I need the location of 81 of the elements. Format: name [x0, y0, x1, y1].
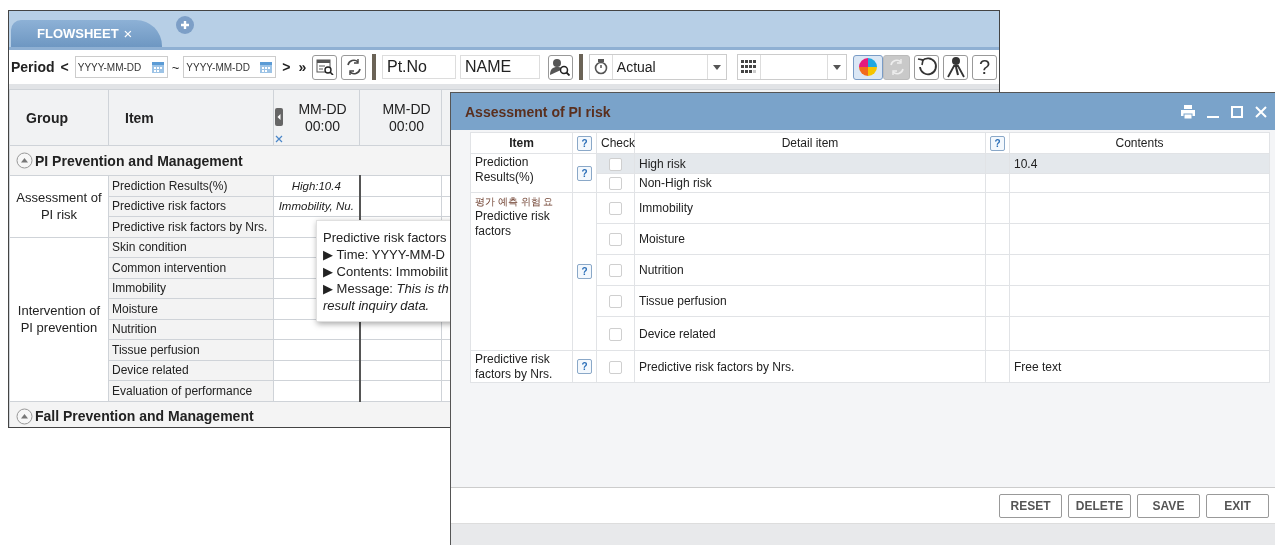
person-button[interactable]	[943, 54, 969, 80]
dot-grid-icon	[740, 60, 757, 74]
group-label: Assessment of PI risk	[16, 190, 102, 223]
checkbox[interactable]	[609, 264, 622, 278]
add-tab-icon[interactable]	[176, 16, 195, 34]
color-wheel-icon	[857, 57, 878, 77]
column-header: Group	[9, 89, 109, 146]
maximize-icon[interactable]	[1231, 105, 1243, 118]
help-button[interactable]: ?	[972, 54, 997, 80]
checkbox[interactable]	[609, 327, 622, 341]
checkbox[interactable]	[609, 202, 622, 216]
tooltip-line: ▶ Message: This is th	[323, 280, 450, 297]
table-cell: High:10.4	[273, 175, 360, 196]
stopwatch-icon	[593, 58, 608, 76]
previous-button[interactable]: <	[58, 59, 71, 75]
collapse-icon[interactable]	[16, 152, 33, 169]
name-field[interactable]: NAME	[460, 55, 540, 79]
table-cell: Free text	[1009, 350, 1270, 383]
column-header: Item	[509, 136, 534, 150]
table-cell: Nutrition	[634, 254, 986, 286]
collapse-handle-icon[interactable]	[275, 108, 283, 126]
row-label: Predictive risk factors	[475, 209, 550, 238]
checkbox[interactable]	[609, 233, 622, 247]
column-header: Check	[601, 136, 635, 150]
help-icon[interactable]: ?	[577, 135, 592, 151]
help-icon[interactable]: ?	[990, 135, 1005, 151]
collapse-icon[interactable]	[16, 407, 33, 425]
tooltip-line: ▶ Contents: Immobilit	[323, 263, 449, 280]
checkbox[interactable]	[609, 157, 622, 171]
checkbox[interactable]	[609, 177, 622, 191]
table-cell: Immobility, Nu.	[273, 196, 360, 217]
table-cell: Device related	[634, 316, 986, 351]
range-separator: ~	[171, 59, 180, 75]
next-button[interactable]: >	[280, 59, 293, 75]
tooltip-title: Predictive risk factors	[323, 229, 448, 246]
table-cell: Non-High risk	[634, 173, 986, 193]
grid-select[interactable]	[736, 54, 847, 80]
column-header: MM-DD 00:00	[381, 100, 432, 135]
help-icon[interactable]: ?	[577, 165, 592, 181]
tooltip-line: result inquiry data.	[323, 297, 431, 314]
print-icon[interactable]	[1181, 104, 1195, 119]
checkbox[interactable]	[609, 295, 622, 309]
person-icon	[945, 56, 966, 78]
patient-number-field[interactable]: Pt.No	[382, 55, 456, 79]
period-label: Period	[11, 59, 55, 75]
dialog-button[interactable]: RESET	[999, 493, 1062, 518]
table-cell: Moisture	[634, 223, 986, 255]
mode-select[interactable]: Actual	[588, 54, 727, 80]
column-header: MM-DD 00:00	[297, 100, 348, 135]
group-label: Intervention of PI prevention	[17, 303, 101, 335]
last-button[interactable]: »	[296, 59, 309, 75]
person-search-icon	[550, 58, 571, 76]
reset-icon	[915, 56, 938, 78]
dialog-button[interactable]: EXIT	[1206, 493, 1269, 518]
dropdown-icon	[712, 64, 721, 70]
dialog-button[interactable]: DELETE	[1068, 493, 1131, 518]
column-header: Item	[108, 89, 274, 146]
column-header: Contents	[1115, 136, 1164, 150]
patient-search-button[interactable]	[548, 54, 573, 80]
dropdown-icon	[832, 64, 841, 70]
reset-button[interactable]	[914, 54, 940, 80]
row-label: Prediction Results(%)	[475, 155, 534, 184]
tooltip-line: ▶ Time: YYYY-MM-D	[323, 246, 446, 263]
row-label: Predictive risk factors by Nrs.	[475, 352, 553, 381]
section-title: Fall Prevention and Management	[35, 408, 254, 424]
sync-button[interactable]	[341, 54, 367, 80]
dialog-button[interactable]: SAVE	[1137, 493, 1200, 518]
column-header: Detail item	[781, 136, 839, 150]
table-cell: Predictive risk factors by Nrs.	[634, 350, 986, 383]
korean-label: 평가 예측 위험 요	[475, 195, 555, 209]
help-icon[interactable]: ?	[577, 264, 592, 279]
help-icon[interactable]: ?	[577, 359, 592, 374]
color-mode-button[interactable]	[852, 54, 883, 80]
dialog-title: Assessment of PI risk	[465, 103, 612, 120]
close-icon[interactable]	[1255, 105, 1267, 118]
checkbox[interactable]	[609, 360, 622, 374]
table-search-icon	[315, 59, 334, 75]
table-cell: Immobility	[634, 192, 986, 224]
table-cell: Tissue perfusion	[634, 285, 986, 317]
section-title: PI Prevention and Management	[35, 152, 243, 169]
search-list-button[interactable]	[312, 54, 338, 80]
